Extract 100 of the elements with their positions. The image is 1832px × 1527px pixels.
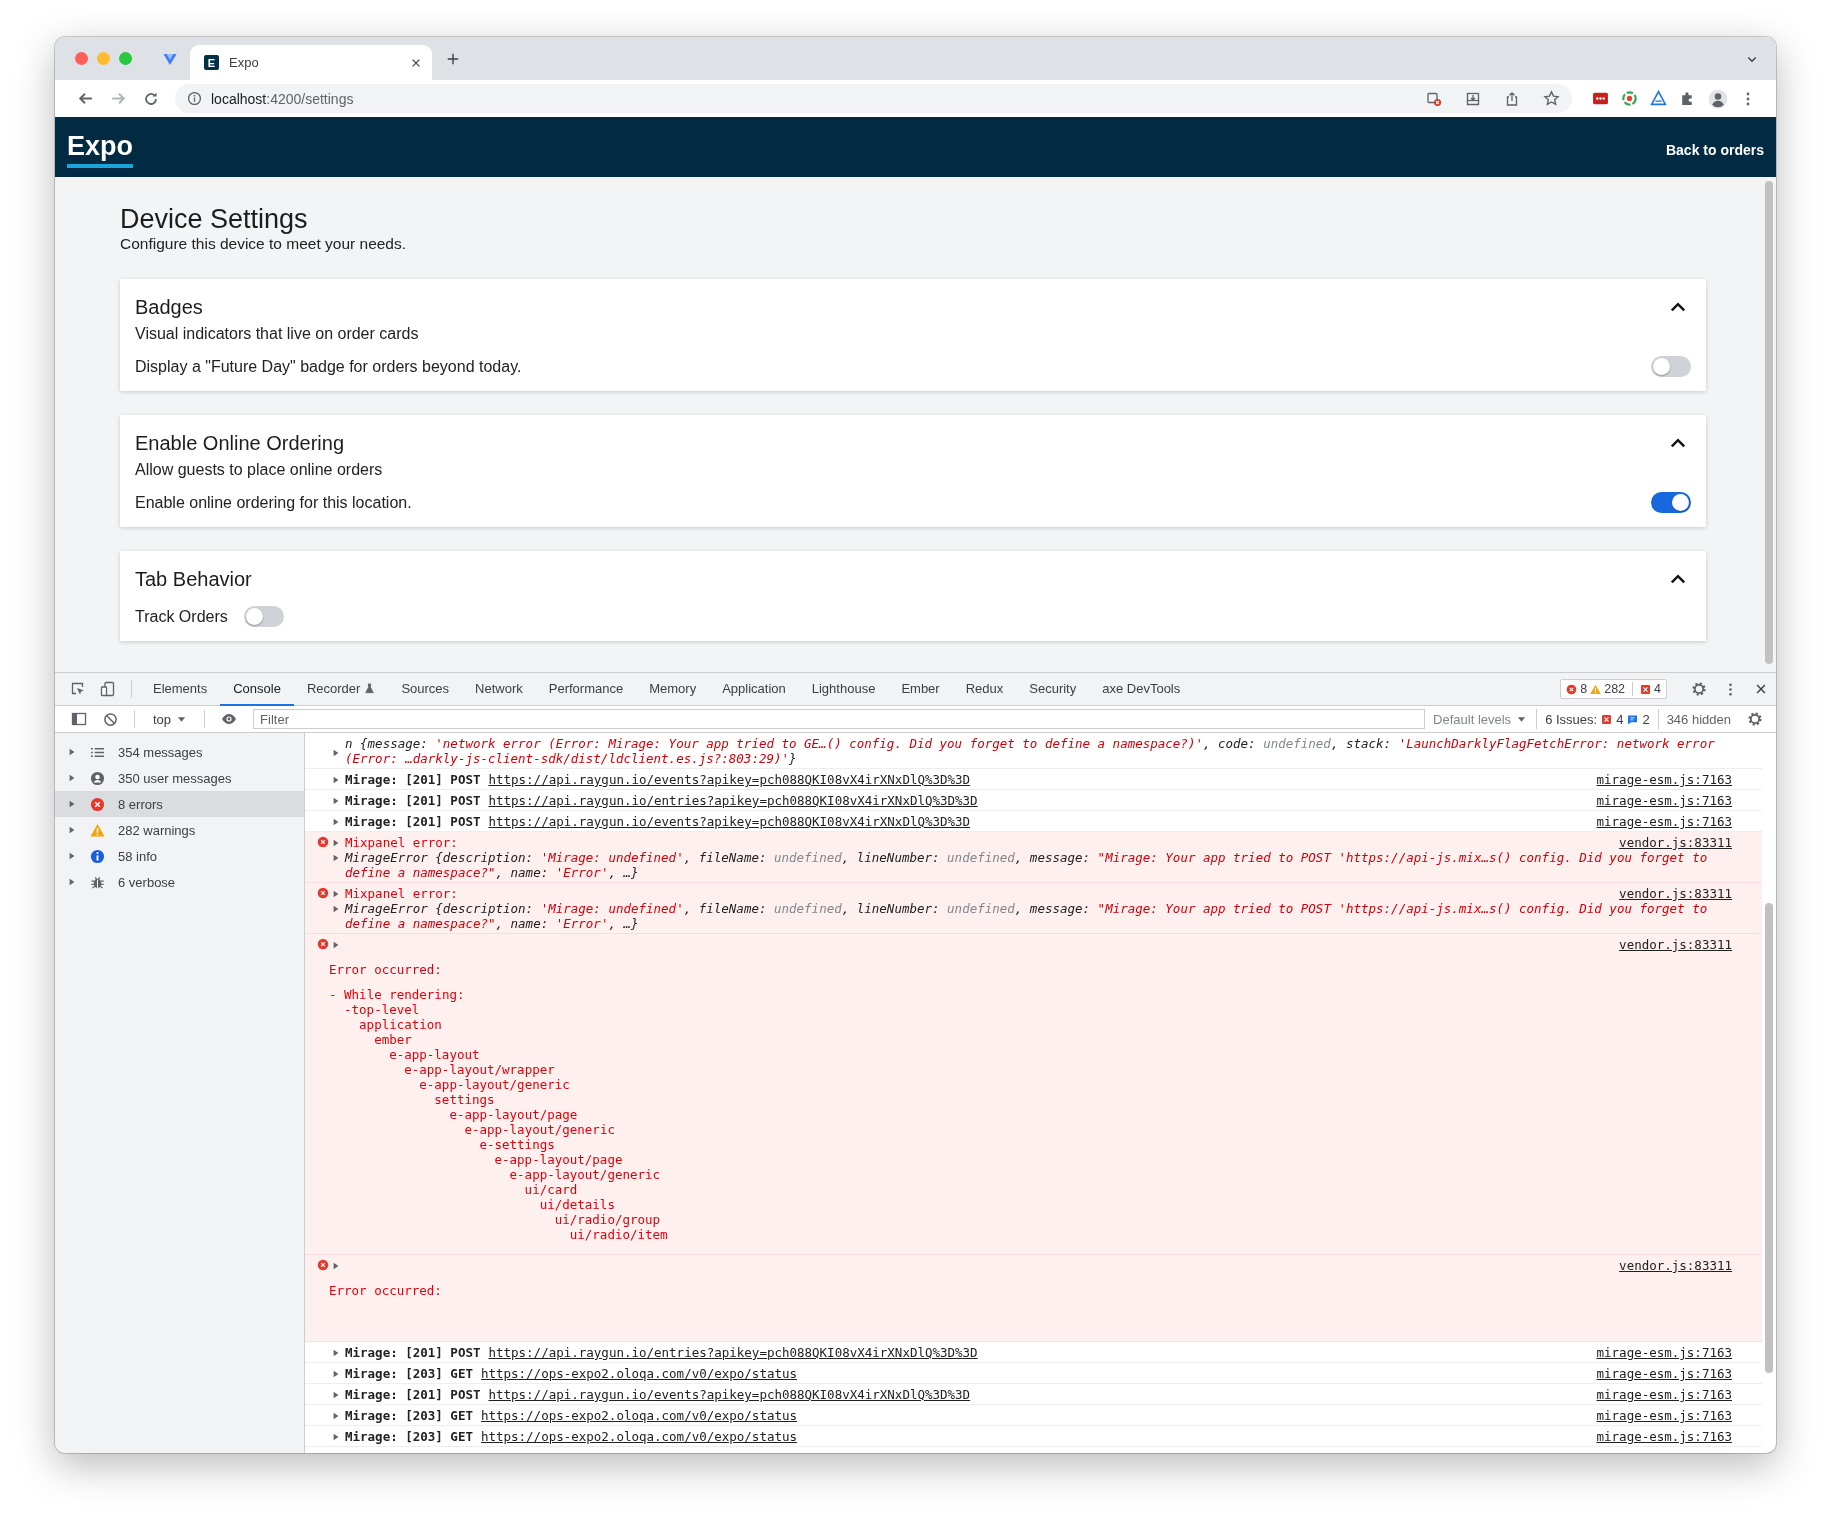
issues-button[interactable]: 6 Issues: 4 2: [1536, 709, 1659, 729]
devtools-tab[interactable]: Sources: [388, 672, 463, 706]
expand-arrow-icon[interactable]: [332, 796, 340, 806]
devtools-tab[interactable]: Redux: [952, 672, 1017, 706]
back-link[interactable]: Back to orders: [1665, 142, 1764, 158]
plus-icon[interactable]: [446, 51, 460, 66]
component-name: e-app-layout/generic: [419, 1077, 571, 1092]
url-link[interactable]: https://ops-expo2.oloqa.com/v0/expo/status: [480, 1408, 797, 1423]
error-icon: [1566, 683, 1578, 695]
address-bar[interactable]: localhost:4200/settings: [175, 84, 1572, 113]
url-link[interactable]: https://ops-expo2.oloqa.com/v0/expo/status: [480, 1429, 797, 1444]
source-link[interactable]: mirage-esm.js:7163: [1596, 1387, 1732, 1402]
sidebar-item[interactable]: 282 warnings: [55, 817, 304, 843]
device-icon[interactable]: [100, 681, 116, 697]
expand-arrow-icon[interactable]: [332, 1348, 340, 1358]
url-link[interactable]: https://ops-expo2.oloqa.com/v0/expo/status: [480, 1366, 797, 1381]
avatar-icon[interactable]: [1708, 88, 1728, 109]
source-link[interactable]: vendor.js:83311: [1619, 835, 1732, 850]
settings-icon[interactable]: [1691, 681, 1707, 697]
source-link[interactable]: mirage-esm.js:7163: [1596, 814, 1732, 829]
source-link[interactable]: vendor.js:83311: [1619, 937, 1732, 952]
star-icon[interactable]: [1543, 90, 1560, 107]
expand-arrow-icon[interactable]: [332, 1390, 340, 1400]
url-link[interactable]: https://api.raygun.io/entries?apikey=pch088QKI08vX4irXNxDlQ%3D%3D: [488, 1345, 978, 1360]
clear-icon[interactable]: [103, 711, 118, 727]
card-description: Allow guests to place online orders: [135, 461, 384, 479]
scrollbar-thumb[interactable]: [1765, 181, 1773, 664]
devtools-tab[interactable]: axe DevTools: [1089, 672, 1194, 706]
error-title: Mixpanel error:: [345, 835, 458, 850]
eye-icon[interactable]: [221, 711, 238, 727]
devtools-tab[interactable]: Memory: [636, 672, 710, 706]
source-link[interactable]: mirage-esm.js:7163: [1596, 793, 1732, 808]
devtools-tab[interactable]: Performance: [535, 672, 637, 706]
devtools-tab[interactable]: Network: [462, 672, 536, 706]
console-counts-button[interactable]: 8 282 4: [1560, 679, 1667, 699]
expand-arrow-icon[interactable]: [332, 817, 340, 827]
triangle-extension-icon[interactable]: [1650, 90, 1667, 107]
filter-field[interactable]: Filter: [253, 709, 1426, 729]
expand-arrow-icon: [68, 747, 76, 757]
sidebar-icon[interactable]: [71, 711, 87, 727]
expand-arrow-icon[interactable]: [332, 775, 340, 785]
hidden-count: 346 hidden: [1665, 711, 1732, 727]
levels-dropdown[interactable]: Default levels: [1425, 711, 1537, 727]
url-link[interactable]: https://api.raygun.io/events?apikey=pch088QKI08vX4irXNxDlQ%3D%3D: [488, 772, 971, 787]
scrollbar-thumb[interactable]: [1765, 903, 1773, 1373]
ring-extension-icon[interactable]: [1621, 90, 1638, 107]
expand-arrow-icon[interactable]: [332, 940, 340, 950]
install-icon[interactable]: [1465, 90, 1481, 107]
devtools-tab[interactable]: Recorder: [293, 672, 389, 706]
component-name: e-app-layout/page: [449, 1107, 579, 1122]
devtools-tab[interactable]: Security: [1016, 672, 1090, 706]
expand-arrow-icon[interactable]: [332, 1432, 340, 1442]
source-link[interactable]: vendor.js:83311: [1619, 886, 1732, 901]
source-link[interactable]: mirage-esm.js:7163: [1596, 1345, 1732, 1360]
source-link[interactable]: mirage-esm.js:7163: [1596, 1429, 1732, 1444]
expand-arrow-icon[interactable]: [332, 1261, 340, 1271]
close-icon[interactable]: [1754, 682, 1768, 696]
sidebar-item[interactable]: 6 verbose: [55, 869, 304, 895]
devtools-tab[interactable]: Ember: [888, 672, 953, 706]
source-link[interactable]: vendor.js:83311: [1619, 1258, 1732, 1273]
url-link[interactable]: https://api.raygun.io/entries?apikey=pch088QKI08vX4irXNxDlQ%3D%3D: [488, 793, 978, 808]
component-name: e-app-layout/generic: [509, 1167, 662, 1182]
object-preview: MirageError {description: 'Mirage: undefined', fileName: undefined, lineNumber: undefined, message: "Mirage: Your app tried to POST 'https://api-js.mix…s() config. Did you forget to define a namespace?", name: 'Error', …}: [345, 850, 1709, 880]
sidebar-item[interactable]: 8 errors: [55, 791, 304, 817]
source-link[interactable]: mirage-esm.js:7163: [1596, 772, 1732, 787]
warning-icon: [1590, 683, 1602, 695]
sidebar-item[interactable]: 354 messages: [55, 739, 304, 765]
log-text: Mirage: [201] POST: [345, 814, 481, 829]
expand-arrow-icon[interactable]: [332, 747, 340, 758]
setting-label: Track Orders: [135, 607, 228, 626]
devtools-tab[interactable]: Lighthouse: [798, 672, 889, 706]
sidebar-item[interactable]: 350 user messages: [55, 765, 304, 791]
log-text: Mirage: [201] POST: [345, 1345, 481, 1360]
settings-icon[interactable]: [1746, 711, 1763, 727]
source-link[interactable]: mirage-esm.js:7163: [1596, 1408, 1732, 1423]
devtools-tab[interactable]: Elements: [140, 672, 221, 706]
expand-arrow-icon[interactable]: [332, 1411, 340, 1421]
url-link[interactable]: https://api.raygun.io/events?apikey=pch088QKI08vX4irXNxDlQ%3D%3D: [488, 814, 971, 829]
bug-icon: [90, 874, 105, 890]
dots-extension-icon[interactable]: [1592, 90, 1609, 107]
log-text: Mirage: [201] POST: [345, 1387, 481, 1402]
source-link[interactable]: mirage-esm.js:7163: [1596, 1366, 1732, 1381]
back-icon[interactable]: [77, 90, 94, 107]
component-name: settings: [434, 1092, 496, 1107]
inspect-icon[interactable]: [70, 681, 86, 697]
reload-icon[interactable]: [143, 90, 159, 107]
sidebar-item[interactable]: 58 info: [55, 843, 304, 869]
expand-arrow-icon[interactable]: [332, 1369, 340, 1379]
toggle-switch[interactable]: [1651, 492, 1691, 513]
devtools-tab[interactable]: Application: [709, 672, 799, 706]
info-icon: [90, 848, 105, 864]
browser-tab[interactable]: E Expo: [190, 45, 432, 80]
context-dropdown[interactable]: top: [143, 711, 197, 727]
error-text: Error occurred:: [329, 1283, 443, 1298]
toggle-switch[interactable]: [1651, 356, 1691, 377]
app-logo[interactable]: Expo: [67, 130, 133, 168]
url-link[interactable]: https://api.raygun.io/events?apikey=pch088QKI08vX4irXNxDlQ%3D%3D: [488, 1387, 971, 1402]
share-icon[interactable]: [1504, 90, 1520, 107]
blocked-popup-icon[interactable]: [1426, 90, 1442, 107]
toggle-switch[interactable]: [243, 606, 284, 627]
